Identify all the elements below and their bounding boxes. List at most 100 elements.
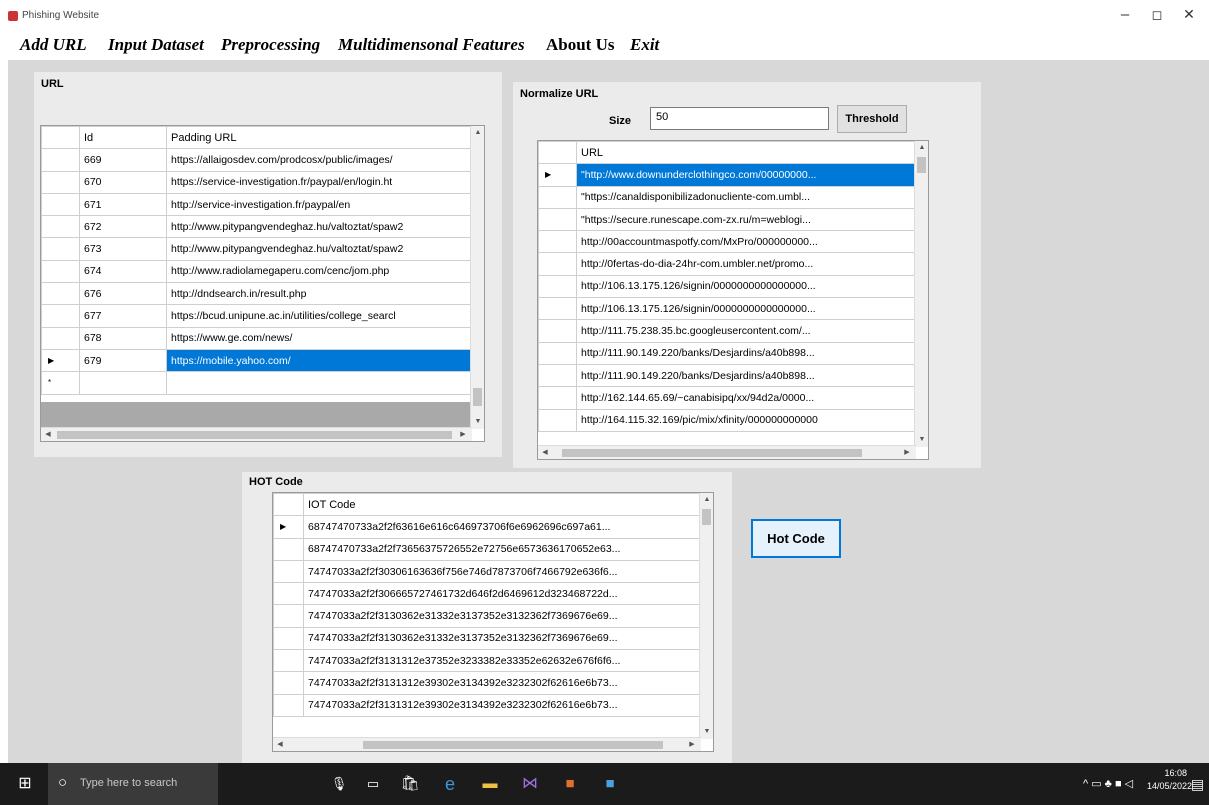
- cell-url[interactable]: "http://www.downunderclothingco.com/0000…: [576, 163, 917, 187]
- visual-studio-icon[interactable]: ⋈: [510, 763, 550, 805]
- url-row[interactable]: 677 https://bcud.unipune.ac.in/utilities/…: [41, 304, 472, 328]
- clock-date[interactable]: 14/05/2022: [1147, 781, 1192, 791]
- hot-code-row[interactable]: 74747033a2f2f30306163636f756e746d7873706…: [273, 559, 702, 584]
- cell-url[interactable]: "https://secure.runescape.com-zx.ru/m=we…: [576, 207, 917, 232]
- clock-time[interactable]: 16:08: [1147, 768, 1187, 778]
- minimize-button[interactable]: –: [1110, 6, 1140, 23]
- normalize-row[interactable]: http://164.115.32.169/pic/mix/xfinity/00…: [538, 408, 917, 432]
- menu-add-url[interactable]: Add URL: [20, 35, 87, 55]
- menu-multidimensional-features[interactable]: Multidimensonal Features: [338, 35, 525, 55]
- cell-padding-url[interactable]: https://mobile.yahoo.com/: [166, 348, 472, 373]
- url-row[interactable]: 676 http://dndsearch.in/result.php: [41, 282, 472, 306]
- close-button[interactable]: ✕: [1174, 6, 1204, 23]
- cell-padding-url[interactable]: http://dndsearch.in/result.php: [166, 282, 472, 306]
- task-view-icon[interactable]: ▭: [356, 763, 390, 805]
- menu-input-dataset[interactable]: Input Dataset: [108, 35, 204, 55]
- hot-code-row[interactable]: 74747033a2f2f3130362e31332e3137352e31323…: [273, 626, 702, 651]
- threshold-button[interactable]: Threshold: [837, 105, 907, 133]
- hot-grid-hscroll[interactable]: ◀ ▶: [273, 737, 701, 751]
- cell-id[interactable]: 670: [79, 170, 167, 194]
- row-header[interactable]: [41, 259, 80, 284]
- row-header[interactable]: [273, 582, 304, 606]
- row-header[interactable]: [41, 326, 80, 350]
- cell-url[interactable]: http://111.90.149.220/banks/Desjardins/a…: [576, 341, 917, 365]
- edge-icon[interactable]: e: [430, 763, 470, 805]
- column-header-padding-url[interactable]: Padding URL: [166, 126, 472, 150]
- tray-icons[interactable]: ^ ▭ ♣ ■ ◁: [1083, 777, 1133, 790]
- windows-start-icon[interactable]: ⊞: [8, 763, 42, 805]
- normalize-row[interactable]: http://111.75.238.35.bc.googleuserconten…: [538, 319, 917, 343]
- cell-id[interactable]: [79, 371, 167, 395]
- cell-id[interactable]: 677: [79, 304, 167, 328]
- url-row[interactable]: 671 http://service-investigation.fr/paypa…: [41, 192, 472, 217]
- cell-hot-code[interactable]: 74747033a2f2f306665727461732d646f2d64696…: [303, 582, 702, 606]
- menu-about-us[interactable]: About Us: [546, 35, 615, 55]
- row-header[interactable]: [273, 671, 304, 695]
- app-icon-orange[interactable]: ■: [550, 763, 590, 805]
- microphone-icon[interactable]: 🎙: [322, 763, 356, 805]
- row-header[interactable]: ▶: [538, 163, 577, 187]
- url-row[interactable]: ▶ 679 https://mobile.yahoo.com/: [41, 348, 472, 373]
- row-header[interactable]: [41, 192, 80, 217]
- hot-code-grid[interactable]: IOT Code ▶ 68747470733a2f2f63616e616c6469…: [272, 492, 714, 752]
- row-header[interactable]: [273, 649, 304, 673]
- row-header[interactable]: [538, 386, 577, 410]
- row-header[interactable]: [538, 363, 577, 388]
- row-header[interactable]: ▶: [273, 515, 304, 539]
- row-header[interactable]: [41, 148, 80, 172]
- cell-padding-url[interactable]: http://www.pitypangvendeghaz.hu/valtozta…: [166, 215, 472, 239]
- hot-code-row[interactable]: 74747033a2f2f3130362e31332e3137352e31323…: [273, 604, 702, 628]
- row-header[interactable]: [538, 207, 577, 232]
- cell-hot-code[interactable]: 74747033a2f2f3130362e31332e3137352e31323…: [303, 604, 702, 628]
- hot-code-button[interactable]: Hot Code: [751, 519, 841, 558]
- row-header[interactable]: [273, 626, 304, 651]
- column-header-iot-code[interactable]: IOT Code: [303, 493, 702, 517]
- cell-padding-url[interactable]: [166, 371, 472, 395]
- row-header[interactable]: ▶: [41, 348, 80, 373]
- file-explorer-icon[interactable]: ▬: [470, 763, 510, 805]
- cell-url[interactable]: http://162.144.65.69/~canabisipq/xx/94d2…: [576, 386, 917, 410]
- cell-hot-code[interactable]: 74747033a2f2f30306163636f756e746d7873706…: [303, 559, 702, 584]
- normalize-row[interactable]: http://111.90.149.220/banks/Desjardins/a…: [538, 363, 917, 388]
- cell-url[interactable]: http://106.13.175.126/signin/00000000000…: [576, 297, 917, 321]
- hot-code-row[interactable]: 74747033a2f2f3131312e39302e3134392e32323…: [273, 693, 702, 717]
- row-header[interactable]: [273, 537, 304, 561]
- cell-url[interactable]: http://111.75.238.35.bc.googleuserconten…: [576, 319, 917, 343]
- cell-padding-url[interactable]: http://service-investigation.fr/paypal/e…: [166, 192, 472, 217]
- row-header[interactable]: [538, 252, 577, 276]
- row-header[interactable]: [41, 237, 80, 261]
- row-header[interactable]: [41, 282, 80, 306]
- hot-grid-vscroll[interactable]: ▲ ▼: [699, 493, 713, 739]
- taskbar-search[interactable]: ○ Type here to search: [48, 763, 218, 805]
- cell-hot-code[interactable]: 74747033a2f2f3131312e39302e3134392e32323…: [303, 671, 702, 695]
- row-header[interactable]: [41, 215, 80, 239]
- hot-code-row[interactable]: 74747033a2f2f3131312e37352e3233382e33352…: [273, 649, 702, 673]
- normalize-row[interactable]: ▶ "http://www.downunderclothingco.com/000…: [538, 163, 917, 187]
- url-row[interactable]: 678 https://www.ge.com/news/: [41, 326, 472, 350]
- column-header-id[interactable]: Id: [79, 126, 167, 150]
- normalize-row[interactable]: http://00accountmaspotfy.com/MxPro/00000…: [538, 230, 917, 254]
- row-header[interactable]: [538, 341, 577, 365]
- row-header[interactable]: [41, 304, 80, 328]
- hot-code-row[interactable]: 74747033a2f2f306665727461732d646f2d64696…: [273, 582, 702, 606]
- maximize-button[interactable]: ◻: [1142, 7, 1172, 23]
- row-header[interactable]: [538, 297, 577, 321]
- cell-padding-url[interactable]: http://www.radiolamegaperu.com/cenc/jom.…: [166, 259, 472, 284]
- url-row[interactable]: 673 http://www.pitypangvendeghaz.hu/valto…: [41, 237, 472, 261]
- row-header[interactable]: [538, 319, 577, 343]
- normalize-row[interactable]: http://0fertas-do-dia-24hr-com.umbler.ne…: [538, 252, 917, 276]
- cell-id[interactable]: 671: [79, 192, 167, 217]
- cell-padding-url[interactable]: https://service-investigation.fr/paypal/…: [166, 170, 472, 194]
- normalize-row[interactable]: "https://secure.runescape.com-zx.ru/m=we…: [538, 207, 917, 232]
- row-header[interactable]: [538, 408, 577, 432]
- cell-id[interactable]: 673: [79, 237, 167, 261]
- cell-id[interactable]: 674: [79, 259, 167, 284]
- cell-id[interactable]: 669: [79, 148, 167, 172]
- url-row[interactable]: 672 http://www.pitypangvendeghaz.hu/valto…: [41, 215, 472, 239]
- cell-url[interactable]: http://106.13.175.126/signin/00000000000…: [576, 274, 917, 299]
- row-header[interactable]: [538, 274, 577, 299]
- url-grid-hscroll[interactable]: ◀ ▶: [41, 427, 472, 441]
- url-row[interactable]: 670 https://service-investigation.fr/payp…: [41, 170, 472, 194]
- menu-preprocessing[interactable]: Preprocessing: [221, 35, 320, 55]
- url-row[interactable]: 674 http://www.radiolamegaperu.com/cenc/j…: [41, 259, 472, 284]
